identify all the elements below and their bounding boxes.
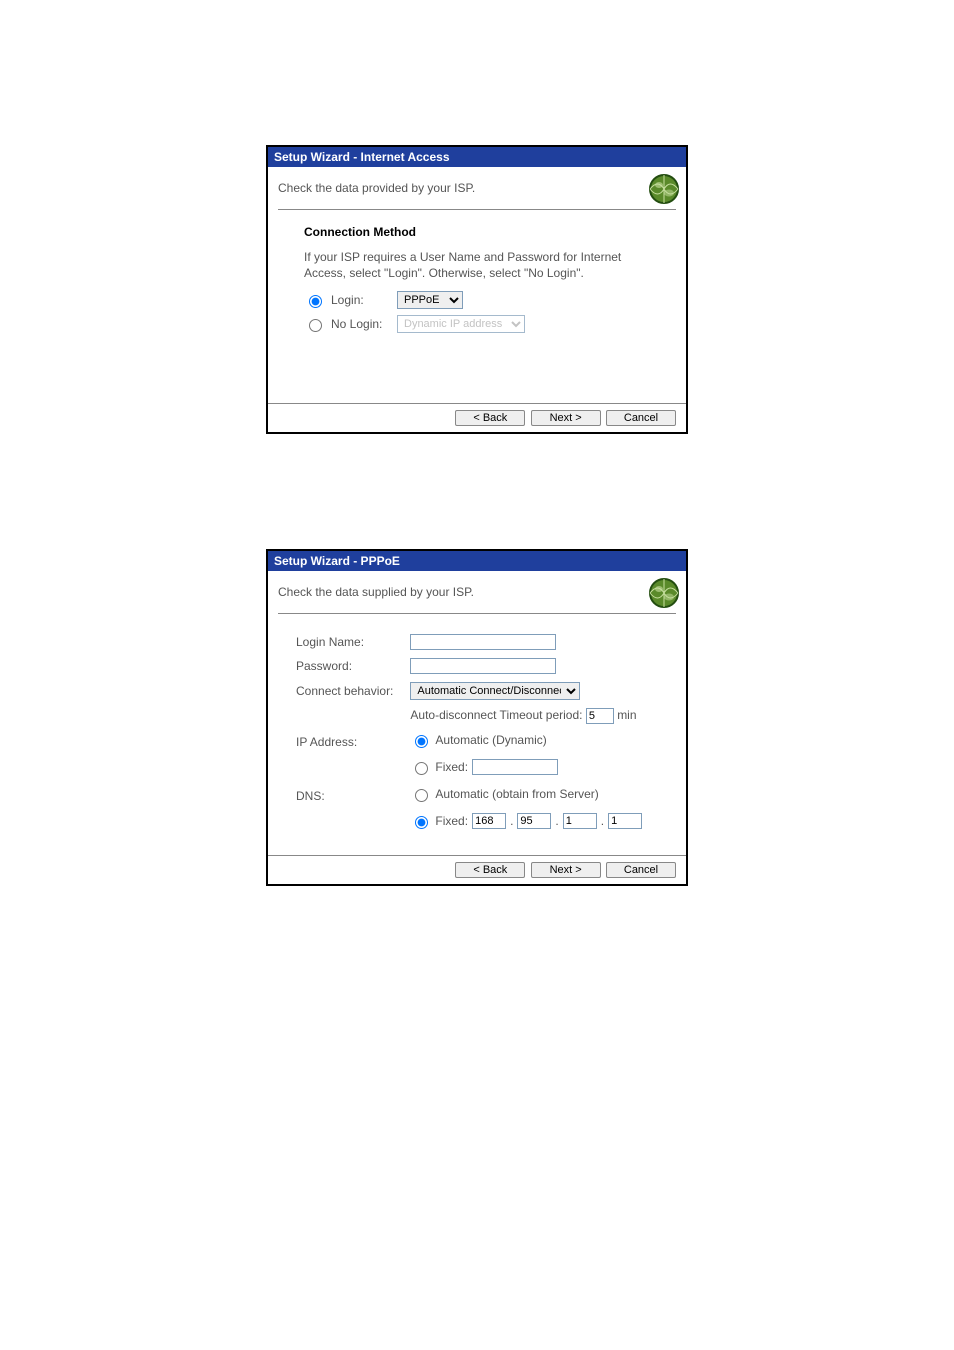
- dialog-content: Connection Method If your ISP requires a…: [268, 211, 686, 399]
- label-dns-fixed: Fixed:: [435, 814, 468, 828]
- input-dns-octet-3[interactable]: [563, 813, 597, 829]
- section-title: Connection Method: [304, 225, 658, 239]
- label-password: Password:: [292, 655, 404, 677]
- back-button[interactable]: < Back: [455, 410, 525, 426]
- select-login-type[interactable]: PPPoE: [397, 291, 463, 309]
- label-login-name: Login Name:: [292, 631, 404, 653]
- cancel-button[interactable]: Cancel: [606, 410, 676, 426]
- label-dns-automatic: Automatic (obtain from Server): [435, 787, 598, 801]
- radio-login[interactable]: [309, 295, 322, 308]
- back-button[interactable]: < Back: [455, 862, 525, 878]
- next-button[interactable]: Next >: [531, 410, 601, 426]
- radio-ip-automatic[interactable]: [415, 735, 428, 748]
- label-login: Login:: [331, 293, 391, 307]
- dialog-pppoe: Setup Wizard - PPPoE Check the data supp…: [266, 549, 688, 886]
- globe-icon: [648, 173, 680, 205]
- header-text: Check the data provided by your ISP.: [278, 181, 475, 195]
- input-ip-fixed[interactable]: [472, 759, 558, 775]
- header-text: Check the data supplied by your ISP.: [278, 585, 474, 599]
- label-timeout-prefix: Auto-disconnect Timeout period:: [410, 708, 582, 722]
- input-dns-octet-2[interactable]: [517, 813, 551, 829]
- dialog-internet-access: Setup Wizard - Internet Access Check the…: [266, 145, 688, 434]
- select-nologin-type: Dynamic IP address: [397, 315, 525, 333]
- label-connect-behavior: Connect behavior:: [292, 679, 404, 703]
- label-timeout-suffix: min: [617, 708, 636, 722]
- radio-ip-fixed[interactable]: [415, 762, 428, 775]
- input-dns-octet-1[interactable]: [472, 813, 506, 829]
- dialog-title: Setup Wizard - PPPoE: [274, 554, 400, 568]
- cancel-button[interactable]: Cancel: [606, 862, 676, 878]
- dialog-title: Setup Wizard - Internet Access: [274, 150, 450, 164]
- title-bar: Setup Wizard - Internet Access: [268, 147, 686, 167]
- button-bar: < Back Next > Cancel: [268, 403, 686, 432]
- button-bar: < Back Next > Cancel: [268, 855, 686, 884]
- select-connect-behavior[interactable]: Automatic Connect/Disconnect: [410, 682, 580, 700]
- input-dns-octet-4[interactable]: [608, 813, 642, 829]
- label-ip-fixed: Fixed:: [435, 760, 468, 774]
- form-table: Login Name: Password: Connect behavior: …: [290, 629, 664, 837]
- input-login-name[interactable]: [410, 634, 556, 650]
- radio-dns-automatic[interactable]: [415, 789, 428, 802]
- label-ip-automatic: Automatic (Dynamic): [435, 733, 546, 747]
- dialog-content: Login Name: Password: Connect behavior: …: [268, 615, 686, 851]
- label-dns: DNS:: [292, 783, 404, 808]
- radio-nologin[interactable]: [309, 319, 322, 332]
- dialog-header: Check the data supplied by your ISP.: [268, 571, 686, 613]
- input-timeout[interactable]: [586, 708, 614, 724]
- dialog-header: Check the data provided by your ISP.: [268, 167, 686, 209]
- title-bar: Setup Wizard - PPPoE: [268, 551, 686, 571]
- label-nologin: No Login:: [331, 317, 391, 331]
- globe-icon: [648, 577, 680, 609]
- radio-dns-fixed[interactable]: [415, 816, 428, 829]
- next-button[interactable]: Next >: [531, 862, 601, 878]
- helper-text: If your ISP requires a User Name and Pas…: [304, 249, 658, 281]
- label-ip-address: IP Address:: [292, 729, 404, 754]
- input-password[interactable]: [410, 658, 556, 674]
